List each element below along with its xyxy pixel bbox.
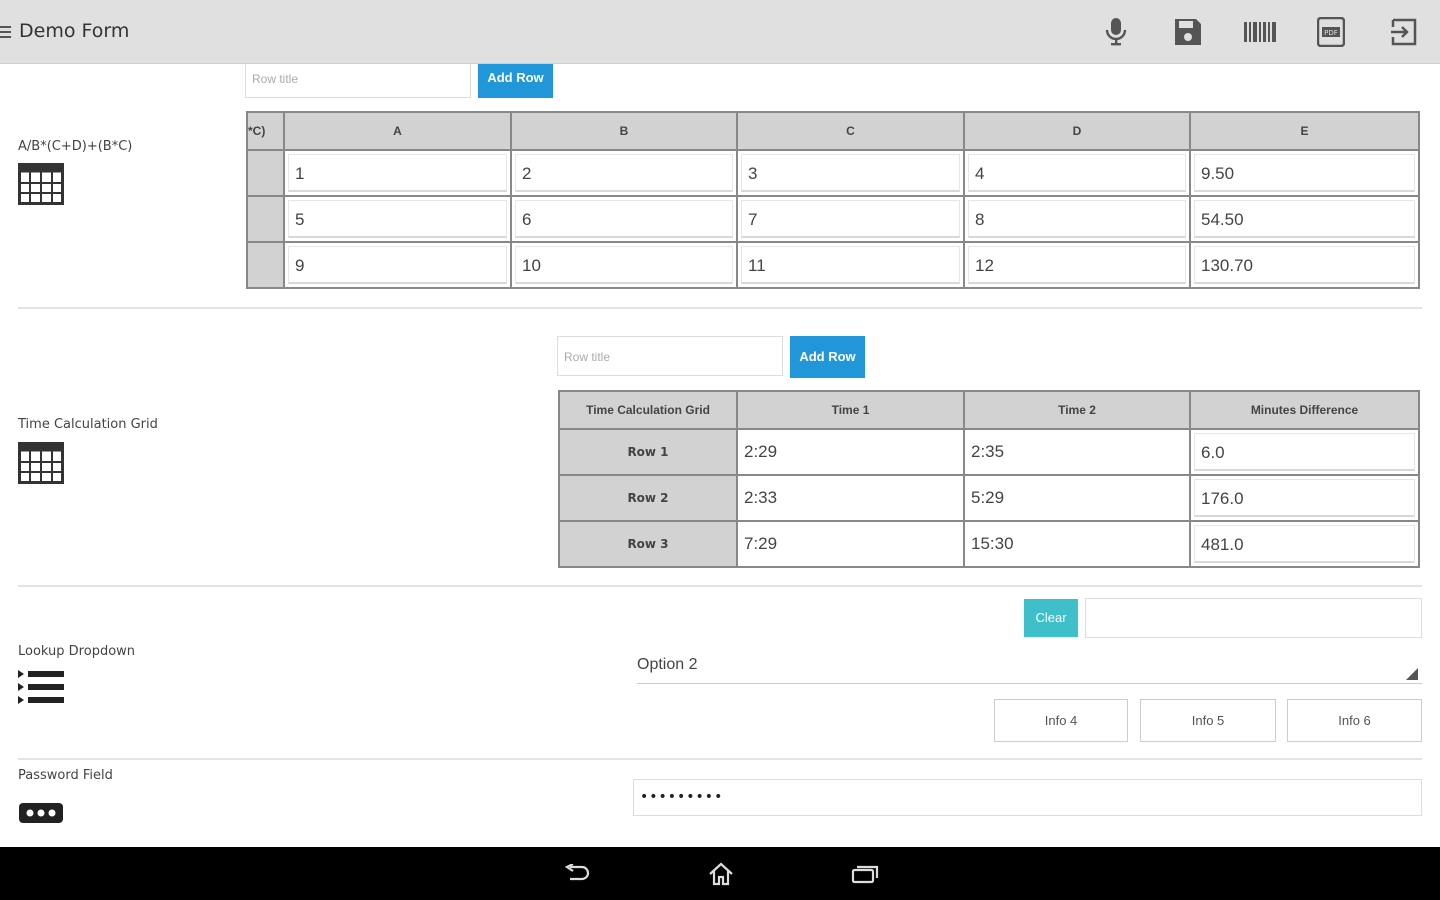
clear-button[interactable]: Clear — [1024, 599, 1078, 637]
column-header: Minutes Difference — [1189, 390, 1420, 430]
grid-cell-input[interactable]: 2 — [515, 154, 733, 192]
table-row: Row 1 2:29 2:35 6.0 — [558, 428, 1420, 476]
row-header: Row 2 — [558, 474, 738, 522]
grid-cell-input[interactable]: 4 — [968, 154, 1186, 192]
password-field-label: Password Field — [18, 768, 113, 783]
row-title-input[interactable]: Row title — [245, 64, 471, 98]
column-header: C — [736, 111, 965, 151]
time-cell[interactable]: 2:35 — [968, 433, 1186, 471]
grid-cell-input[interactable]: 5 — [288, 200, 507, 238]
minutes-diff-cell: 176.0 — [1194, 479, 1415, 517]
time-cell[interactable]: 2:29 — [741, 433, 960, 471]
grid-cell-input[interactable]: 10 — [515, 246, 733, 284]
grid-icon — [18, 163, 64, 209]
column-header: Time 2 — [963, 390, 1191, 430]
back-icon[interactable] — [562, 859, 592, 889]
save-icon[interactable] — [1170, 14, 1206, 50]
row-header: Row 3 — [558, 520, 738, 568]
lookup-dropdown[interactable]: Option 2 — [637, 650, 1422, 684]
time-cell[interactable]: 7:29 — [741, 525, 960, 563]
info-5-button[interactable]: Info 5 — [1140, 699, 1276, 742]
table-row: 1 2 3 4 9.50 — [246, 149, 1420, 197]
lookup-dropdown-label: Lookup Dropdown — [18, 644, 136, 659]
formula-grid-label: A/B*(C+D)+(B*C) — [18, 139, 133, 154]
list-icon — [18, 669, 64, 711]
barcode-icon[interactable] — [1242, 14, 1278, 50]
grid-cell-input[interactable]: 11 — [741, 246, 960, 284]
grid-cell-input[interactable]: 7 — [741, 200, 960, 238]
table-row: Row 3 7:29 15:30 481.0 — [558, 520, 1420, 568]
column-header: Time Calculation Grid — [558, 390, 738, 430]
recent-apps-icon[interactable] — [850, 859, 880, 889]
table-header-row: Time Calculation Grid Time 1 Time 2 Minu… — [558, 390, 1420, 430]
pdf-icon[interactable]: PDF — [1313, 14, 1349, 50]
grid-cell-input[interactable]: 3 — [741, 154, 960, 192]
dropdown-selected-value: Option 2 — [637, 656, 698, 673]
time-cell[interactable]: 2:33 — [741, 479, 960, 517]
grid-icon — [18, 442, 64, 488]
table-header-row: *C) A B C D E — [246, 111, 1420, 151]
time-cell[interactable]: 15:30 — [968, 525, 1186, 563]
dropdown-arrow-icon — [1406, 668, 1418, 680]
table-row: 5 6 7 8 54.50 — [246, 195, 1420, 243]
row-header — [246, 241, 285, 289]
add-row-button[interactable]: Add Row — [478, 64, 553, 98]
table-row: Row 2 2:33 5:29 176.0 — [558, 474, 1420, 522]
column-header: A — [283, 111, 512, 151]
column-header: B — [510, 111, 738, 151]
row-header: Row 1 — [558, 428, 738, 476]
grid-cell-input[interactable]: 1 — [288, 154, 507, 192]
grid-cell-input[interactable]: 12 — [968, 246, 1186, 284]
form-content[interactable]: Row title Add Row A/B*(C+D)+(B*C) *C) A … — [0, 64, 1440, 847]
exit-icon[interactable] — [1386, 14, 1422, 50]
divider — [18, 307, 1422, 309]
add-row-button[interactable]: Add Row — [790, 336, 865, 378]
column-header: E — [1189, 111, 1420, 151]
divider — [18, 585, 1422, 587]
time-grid-table: Time Calculation Grid Time 1 Time 2 Minu… — [558, 390, 1420, 568]
info-4-button[interactable]: Info 4 — [994, 699, 1128, 742]
formula-grid-table: *C) A B C D E 1 2 3 4 9.50 5 6 7 8 54.50… — [246, 111, 1420, 289]
column-header: *C) — [246, 111, 285, 151]
minutes-diff-cell: 6.0 — [1194, 433, 1415, 471]
home-icon[interactable] — [706, 859, 736, 889]
time-grid-label: Time Calculation Grid — [18, 417, 158, 432]
grid-cell-input[interactable]: 54.50 — [1194, 200, 1415, 238]
minutes-diff-cell: 481.0 — [1194, 525, 1415, 563]
grid-cell-input[interactable]: 9.50 — [1194, 154, 1415, 192]
column-header: Time 1 — [736, 390, 965, 430]
grid-cell-input[interactable]: 9 — [288, 246, 507, 284]
lookup-search-field[interactable] — [1085, 598, 1422, 638]
grid-cell-input[interactable]: 6 — [515, 200, 733, 238]
action-bar: Demo Form PDF — [0, 0, 1440, 64]
password-icon — [18, 802, 64, 828]
grid-cell-input[interactable]: 130.70 — [1194, 246, 1415, 284]
system-nav-bar — [0, 847, 1440, 900]
info-6-button[interactable]: Info 6 — [1287, 699, 1422, 742]
row-header — [246, 195, 285, 243]
row-title-input[interactable]: Row title — [557, 336, 783, 376]
time-cell[interactable]: 5:29 — [968, 479, 1186, 517]
app-title: Demo Form — [19, 20, 130, 42]
menu-icon[interactable] — [0, 26, 11, 38]
table-row: 9 10 11 12 130.70 — [246, 241, 1420, 289]
divider — [18, 758, 1422, 760]
svg-text:PDF: PDF — [1324, 29, 1338, 37]
microphone-icon[interactable] — [1098, 14, 1134, 50]
column-header: D — [963, 111, 1191, 151]
row-header — [246, 149, 285, 197]
password-input[interactable]: ••••••••• — [633, 779, 1422, 816]
grid-cell-input[interactable]: 8 — [968, 200, 1186, 238]
